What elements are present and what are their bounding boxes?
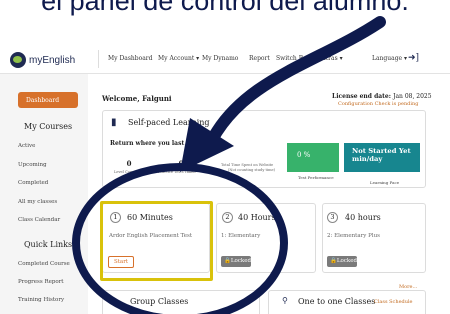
return-link[interactable]: Return where you last left	[110, 140, 198, 147]
sidebar-item-class-calendar[interactable]: Class Calendar	[18, 217, 60, 223]
levels-completed-label: Level Completed	[114, 170, 145, 174]
sidebar-item-completed[interactable]: Completed	[18, 180, 48, 186]
configuration-check-link[interactable]: Configuration Check is pending	[338, 101, 418, 107]
person-icon: ⚲	[282, 296, 288, 305]
license-info: License end date: Jan 08, 2025	[332, 93, 432, 100]
globe-logo-icon	[10, 52, 26, 68]
course-3-locked-badge: 🔒Locked	[327, 256, 357, 267]
lock-icon: 🔒	[224, 258, 231, 264]
course-3-locked-text: Locked	[336, 258, 358, 264]
one-to-one-title: One to one Classes	[298, 297, 376, 306]
language-select[interactable]: Language ▾	[372, 55, 407, 62]
nav-my-account[interactable]: My Account ▾	[158, 55, 199, 62]
nav-my-dashboard[interactable]: My Dashboard	[108, 55, 153, 62]
self-paced-title: Self-paced Learning	[128, 118, 210, 127]
my-courses-heading: My Courses	[24, 122, 73, 131]
class-schedule-link[interactable]: Class Schedule	[374, 299, 413, 305]
logo[interactable]: myEnglish	[10, 52, 75, 68]
highlight-frame	[100, 201, 213, 281]
monitor-icon: ▭	[111, 297, 119, 306]
levels-completed-value: 0	[126, 159, 132, 168]
course-2-title: 40 Hours	[238, 213, 276, 222]
nav-extras[interactable]: Extras ▾	[318, 55, 343, 62]
quick-links-heading: Quick Links	[24, 240, 73, 249]
sign-in-icon[interactable]: ➜]	[408, 53, 419, 63]
sidebar-item-dashboard[interactable]: Dashboard	[18, 92, 78, 108]
learning-pace-label: Learning Pace	[370, 180, 400, 185]
practice-tests-label: Practice Tests Taken	[158, 170, 196, 174]
caption-text: el panel de control del alumno.	[41, 0, 409, 16]
screenshot-stage: el panel de control del alumno. myEnglis…	[0, 0, 450, 314]
test-performance-tile: 0 %	[287, 143, 339, 172]
quick-link-progress-report[interactable]: Progress Report	[18, 279, 64, 285]
course-2-number: 2	[222, 212, 233, 223]
total-time-label: Total Time Spent on Website	[221, 163, 274, 167]
course-2-subtitle: 1: Elementary	[221, 233, 261, 239]
test-performance-label: Test Performance	[298, 175, 334, 180]
sidebar-item-active[interactable]: Active	[18, 143, 35, 149]
book-icon: ▮	[111, 117, 117, 128]
welcome-heading: Welcome, Falguni	[102, 94, 172, 103]
quick-link-training-history[interactable]: Training History	[18, 297, 64, 303]
course-3-number: 3	[327, 212, 338, 223]
nav-my-dynamo[interactable]: My Dynamo	[202, 55, 238, 62]
navbar-divider	[98, 50, 99, 68]
nav-report[interactable]: Report	[249, 55, 270, 62]
quick-link-completed-course[interactable]: Completed Course	[18, 261, 70, 267]
license-date: Jan 08, 2025	[393, 93, 432, 100]
group-classes-title: Group Classes	[130, 297, 189, 306]
logo-text: myEnglish	[29, 54, 76, 66]
lock-icon: 🔒	[330, 258, 337, 264]
license-label: License end date:	[332, 93, 391, 100]
learning-pace-tile: Not Started Yet min/day	[344, 143, 420, 172]
course-2-locked-badge: 🔒Locked	[221, 256, 251, 267]
sidebar	[0, 74, 88, 314]
course-3-title: 40 hours	[345, 213, 381, 222]
sidebar-item-upcoming[interactable]: Upcoming	[18, 162, 47, 168]
total-time-note: (Not counting study time)	[228, 168, 276, 172]
sidebar-item-all-classes[interactable]: All my classes	[18, 199, 57, 205]
course-3-subtitle: 2: Elementary Plus	[327, 233, 380, 239]
practice-tests-value: 0	[178, 159, 184, 168]
nav-switch-back[interactable]: Switch Back	[276, 55, 314, 62]
top-navbar: myEnglish My Dashboard My Account ▾ My D…	[0, 44, 450, 74]
course-2-locked-text: Locked	[230, 258, 252, 264]
